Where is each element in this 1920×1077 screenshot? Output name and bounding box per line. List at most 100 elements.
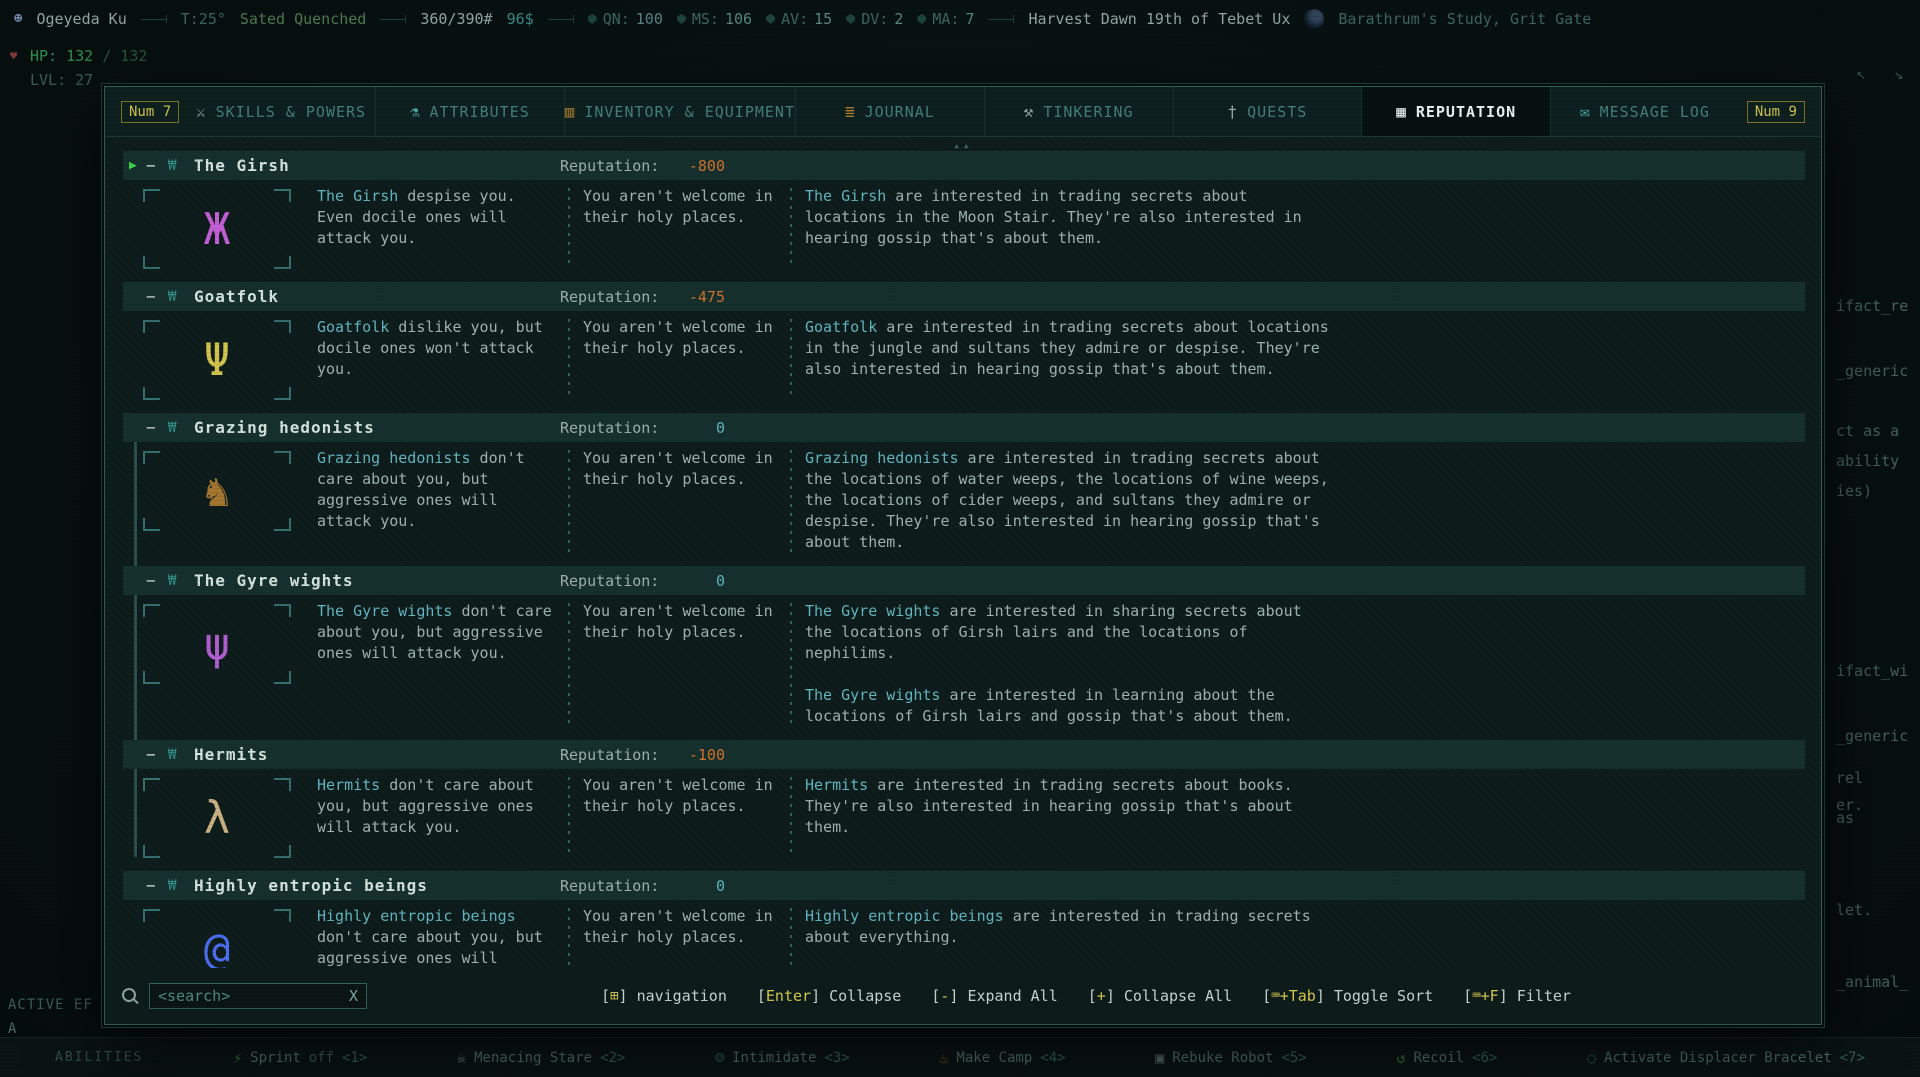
tab-quests[interactable]: †QUESTS bbox=[1173, 87, 1362, 136]
faction-header[interactable]: − ₩ The Gyre wights Reputation: 0 bbox=[123, 566, 1805, 595]
column-divider bbox=[568, 450, 570, 553]
faction-header[interactable]: ▶ − ₩ The Girsh Reputation: -800 bbox=[123, 151, 1805, 180]
faction-feeling: Goatfolk dislike you, but docile ones wo… bbox=[317, 317, 555, 400]
active-effects-label: ACTIVE EF bbox=[8, 997, 93, 1013]
holy-places-note: You aren't welcome in their holy places. bbox=[583, 601, 777, 727]
abilities-panel-label: ABILITIES bbox=[55, 1050, 143, 1065]
tab-label: JOURNAL bbox=[865, 103, 935, 121]
column-divider bbox=[568, 908, 570, 968]
stat-mental-armor: MA:7 bbox=[917, 10, 974, 28]
collapse-toggle-icon[interactable]: − bbox=[146, 418, 168, 437]
column-divider bbox=[790, 777, 792, 858]
faction-crest-icon: ₩ bbox=[168, 420, 194, 436]
ability-intimidate[interactable]: ☺Intimidate<3> bbox=[715, 1049, 850, 1067]
faction-crest-icon: ₩ bbox=[168, 158, 194, 174]
faction-name: Hermits bbox=[194, 745, 268, 764]
girsh-tile-icon: Ж bbox=[143, 189, 291, 269]
search-input[interactable]: <search> X bbox=[149, 983, 367, 1009]
faction-header[interactable]: − ₩ Grazing hedonists Reputation: 0 bbox=[123, 413, 1805, 442]
game-date: Harvest Dawn 19th of Tebet Ux bbox=[1028, 10, 1290, 28]
ability-make-camp[interactable]: ♨Make Camp<4> bbox=[939, 1049, 1065, 1067]
collapse-toggle-icon[interactable]: − bbox=[146, 571, 168, 590]
column-divider bbox=[568, 777, 570, 858]
holy-places-note: You aren't welcome in their holy places. bbox=[583, 906, 777, 968]
faction-section-grazing-hedonists: − ₩ Grazing hedonists Reputation: 0 ♞ Gr… bbox=[123, 413, 1805, 560]
faction-section-girsh: ▶ − ₩ The Girsh Reputation: -800 Ж The G… bbox=[123, 151, 1805, 276]
keyboard-icon: ⌨ bbox=[1472, 988, 1480, 1004]
robot-icon: ▣ bbox=[1155, 1049, 1164, 1067]
grazing-hedonist-tile-icon: ♞ bbox=[143, 451, 291, 531]
game-screen: ☻ Ogeyeda Ku T:25° Sated Quenched 360/39… bbox=[0, 0, 1920, 1077]
tab-tinkering[interactable]: ⚒TINKERING bbox=[984, 87, 1173, 136]
skull-icon: ☠ bbox=[457, 1049, 466, 1067]
bg-text-fragment: ifact_re bbox=[1836, 297, 1908, 315]
goatfolk-tile-icon: Ψ bbox=[143, 320, 291, 400]
ability-rebuke-robot[interactable]: ▣Rebuke Robot<5> bbox=[1155, 1049, 1306, 1067]
faction-section-hermits: − ₩ Hermits Reputation: -100 λ Hermits d… bbox=[123, 740, 1805, 865]
faction-header[interactable]: − ₩ Highly entropic beings Reputation: 0 bbox=[123, 871, 1805, 900]
faction-crest-icon: ₩ bbox=[168, 878, 194, 894]
reputation-value: -475 bbox=[635, 288, 725, 306]
tab-skills-powers[interactable]: ⚔SKILLS & POWERS bbox=[187, 87, 375, 136]
reputation-value: 0 bbox=[635, 877, 725, 895]
moon-icon bbox=[1304, 9, 1324, 29]
shield-icon bbox=[766, 14, 775, 24]
faction-feeling: Highly entropic beings don't care about … bbox=[317, 906, 555, 968]
bg-text-fragment: as bbox=[1836, 809, 1854, 827]
recoil-icon: ↺ bbox=[1396, 1049, 1405, 1067]
bg-text-fragment: ability bbox=[1836, 452, 1899, 470]
holy-places-note: You aren't welcome in their holy places. bbox=[583, 317, 777, 400]
tab-label: MESSAGE LOG bbox=[1600, 103, 1710, 121]
faction-interests: Hermits are interested in trading secret… bbox=[805, 775, 1331, 858]
column-divider bbox=[568, 319, 570, 400]
collapse-toggle-icon[interactable]: − bbox=[146, 156, 168, 175]
faction-name: Highly entropic beings bbox=[194, 876, 428, 895]
faction-header[interactable]: − ₩ Goatfolk Reputation: -475 bbox=[123, 282, 1805, 311]
hud-separator bbox=[988, 14, 1014, 24]
clear-search-button[interactable]: X bbox=[349, 987, 358, 1005]
faction-detail: @ Highly entropic beings don't care abou… bbox=[123, 900, 1805, 968]
tab-label: ATTRIBUTES bbox=[429, 103, 529, 121]
tab-attributes[interactable]: ⚗ATTRIBUTES bbox=[375, 87, 564, 136]
tab-journal[interactable]: ≣JOURNAL bbox=[795, 87, 984, 136]
active-effect-entry: A bbox=[8, 1021, 16, 1037]
bg-text-fragment: rel bbox=[1836, 769, 1863, 787]
player-name: Ogeyeda Ku bbox=[36, 10, 126, 28]
level-indicator: LVL: 27 bbox=[30, 71, 93, 89]
tab-inventory-equipment[interactable]: ▥INVENTORY & EQUIPMENT bbox=[564, 87, 795, 136]
ability-sprint[interactable]: ⚡Sprintoff<1> bbox=[233, 1049, 367, 1067]
collapse-toggle-icon[interactable]: − bbox=[146, 287, 168, 306]
bg-text-fragment: _generic bbox=[1836, 727, 1908, 745]
tab-reputation[interactable]: ▦REPUTATION bbox=[1361, 87, 1550, 136]
map-arrow-icon: ↘ bbox=[1894, 64, 1904, 83]
column-divider bbox=[568, 188, 570, 269]
numpad7-badge: Num 7 bbox=[121, 101, 179, 123]
ability-recoil[interactable]: ↺Recoil<6> bbox=[1396, 1049, 1497, 1067]
faction-name: Grazing hedonists bbox=[194, 418, 375, 437]
faction-crest-icon: ₩ bbox=[168, 747, 194, 763]
wrench-icon: ⚒ bbox=[1024, 102, 1035, 121]
hermit-tile-icon: λ bbox=[143, 778, 291, 858]
hud-separator bbox=[548, 14, 574, 24]
stat-dodge: DV:2 bbox=[846, 10, 903, 28]
faction-header[interactable]: − ₩ Hermits Reputation: -100 bbox=[123, 740, 1805, 769]
top-status-bar: ☻ Ogeyeda Ku T:25° Sated Quenched 360/39… bbox=[0, 0, 1920, 38]
ability-displacer-bracelet[interactable]: ◌Activate Displacer Bracelet<7> bbox=[1587, 1049, 1865, 1067]
tile-frame: ♞ bbox=[143, 451, 291, 531]
ability-menacing-stare[interactable]: ☠Menacing Stare<2> bbox=[457, 1049, 625, 1067]
collapse-toggle-icon[interactable]: − bbox=[146, 745, 168, 764]
faction-crest-icon: ₩ bbox=[168, 289, 194, 305]
hud-separator bbox=[380, 14, 406, 24]
tab-label: SKILLS & POWERS bbox=[216, 103, 366, 121]
entropic-being-tile-icon: @ bbox=[143, 909, 291, 968]
collapse-toggle-icon[interactable]: − bbox=[146, 876, 168, 895]
faction-detail: Ψ Goatfolk dislike you, but docile ones … bbox=[123, 311, 1805, 407]
faction-name: The Girsh bbox=[194, 156, 290, 175]
map-arrow-icon: ↖ bbox=[1856, 64, 1866, 83]
faction-tile-cell: ♞ bbox=[123, 448, 317, 553]
temperature: T:25° bbox=[181, 10, 226, 28]
tab-message-log[interactable]: ✉MESSAGE LOG bbox=[1550, 87, 1739, 136]
faction-tile-cell: λ bbox=[123, 775, 317, 858]
hint-navigation: [⊞]navigation bbox=[601, 987, 727, 1005]
hint-collapse: [Enter]Collapse bbox=[757, 987, 901, 1005]
